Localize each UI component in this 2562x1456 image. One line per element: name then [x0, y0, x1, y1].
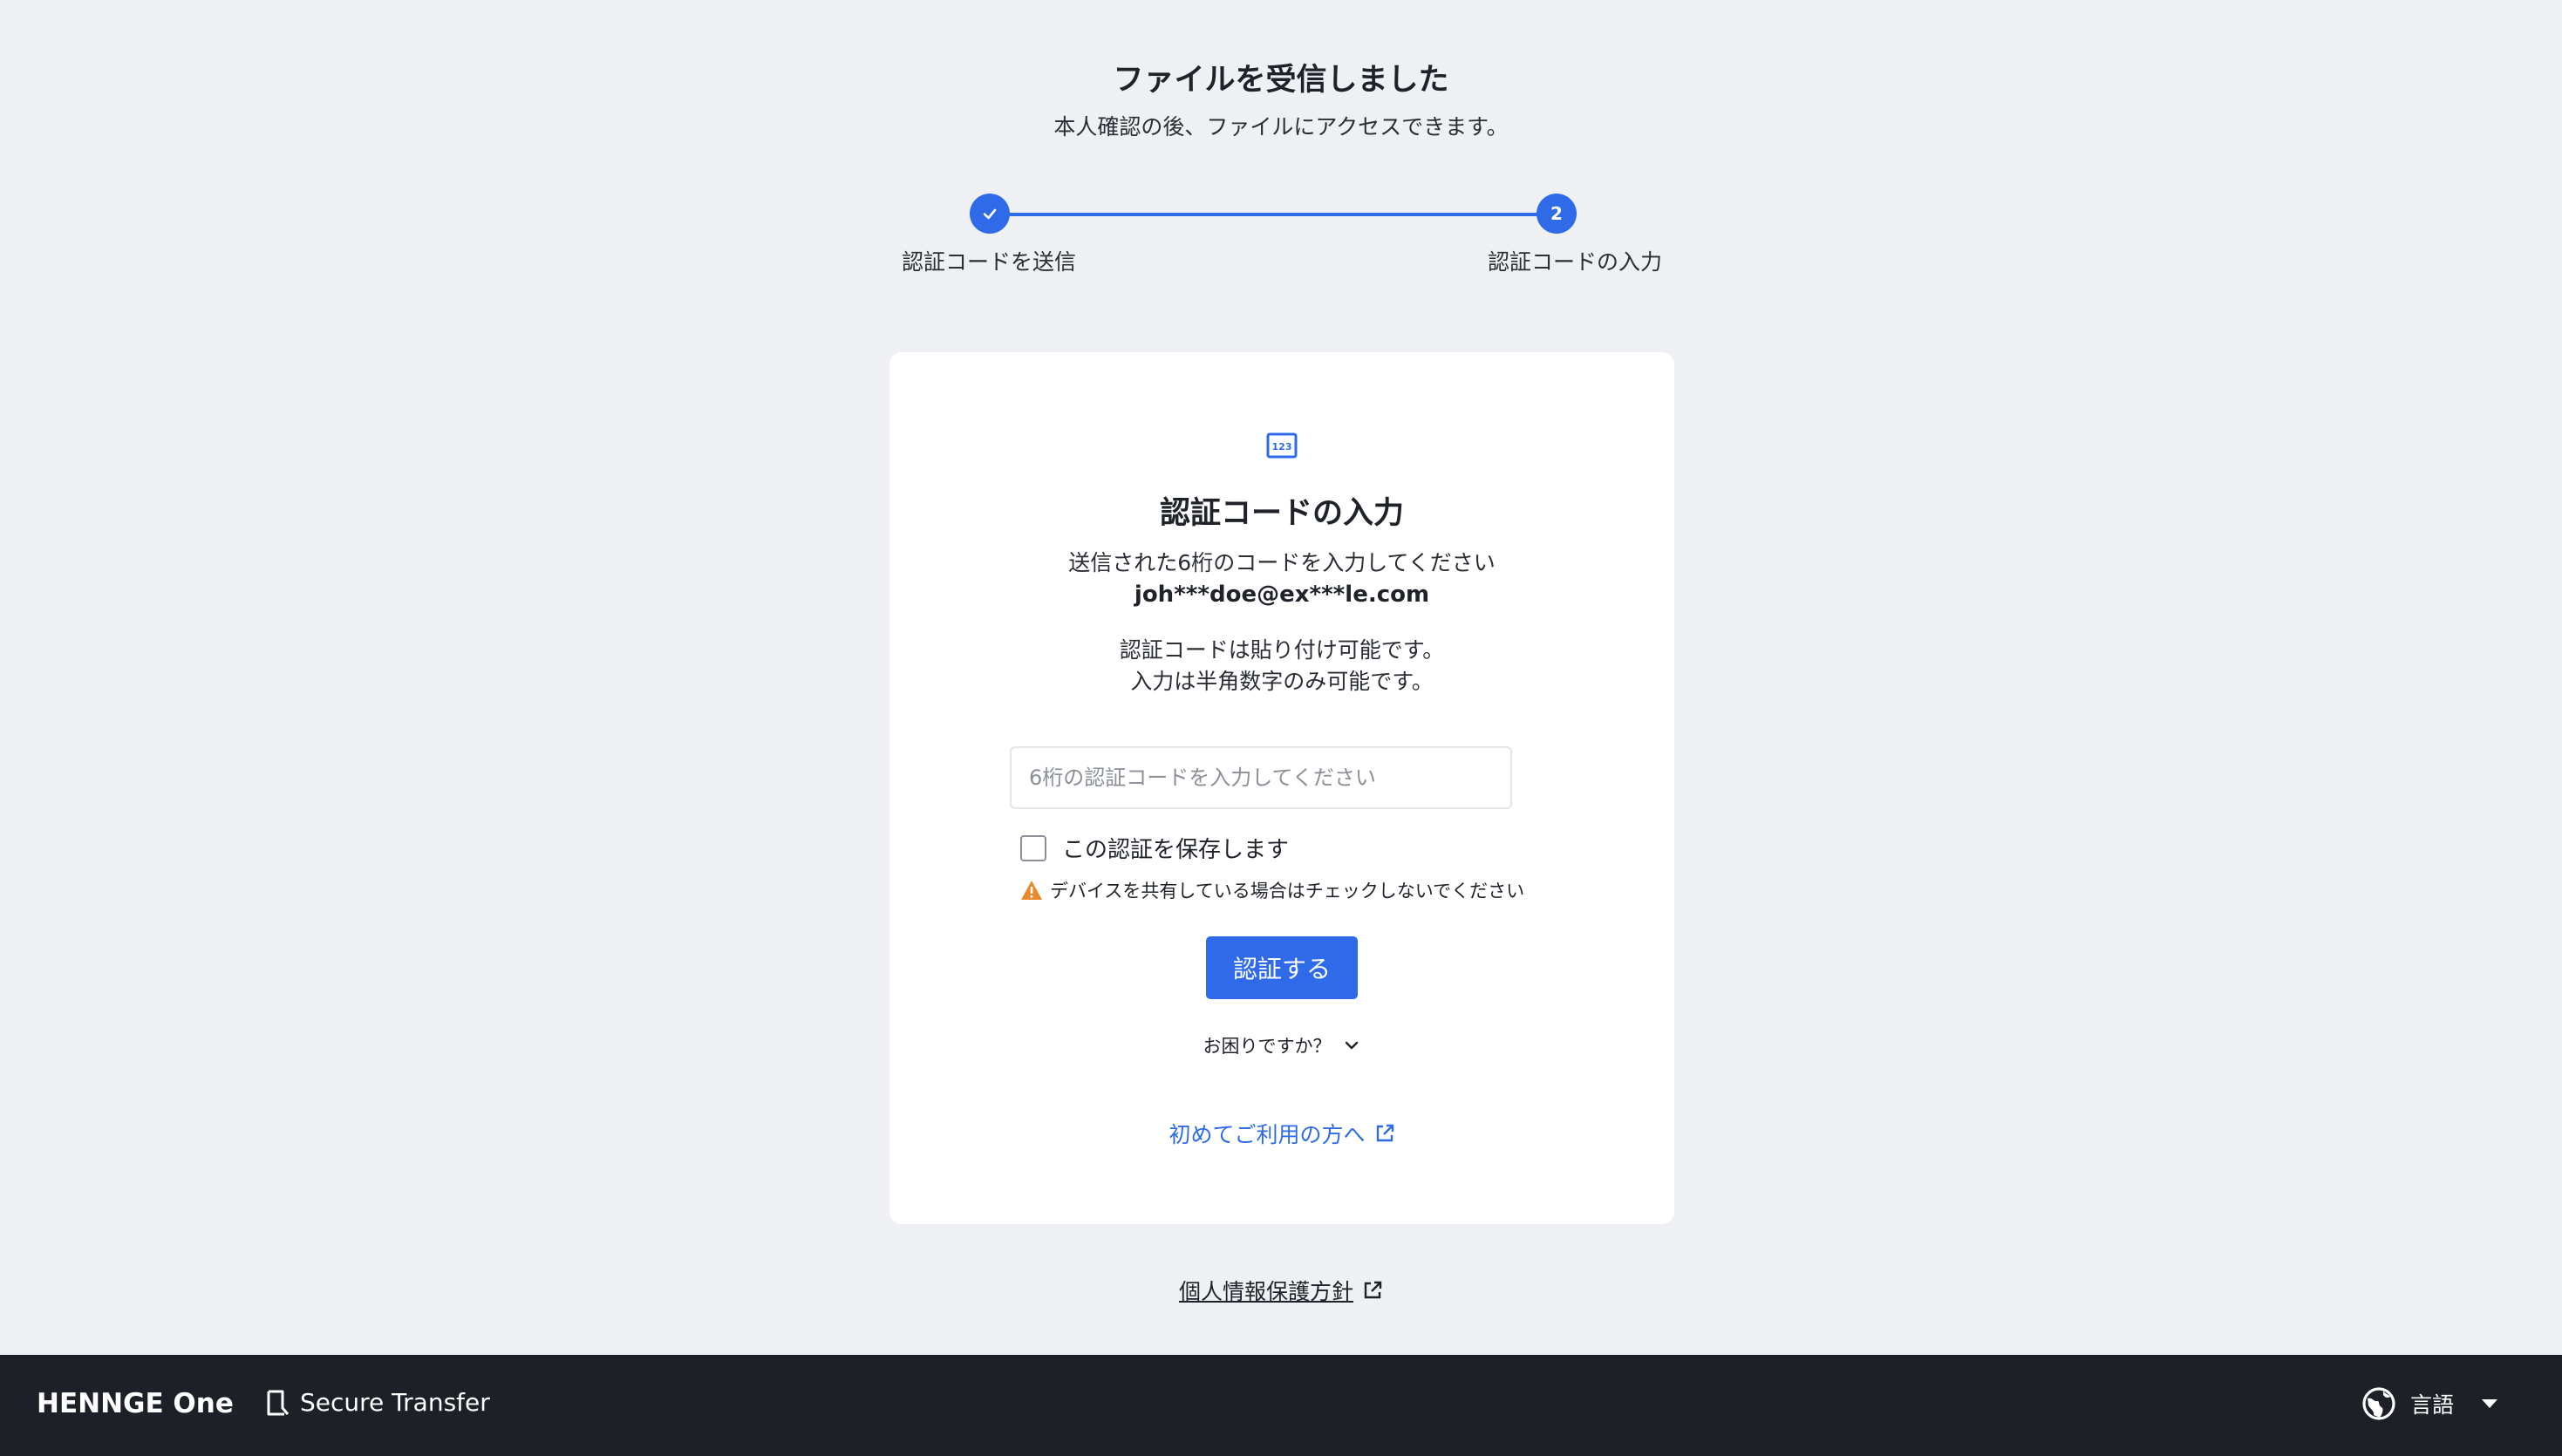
help-label: お困りですか？ [1203, 1036, 1332, 1057]
numeric-code-icon: 123 [1266, 432, 1298, 459]
progress-stepper: 2 [970, 194, 1577, 235]
masked-email: joh***doe@ex***le.com [1134, 582, 1430, 608]
verification-code-input[interactable] [1010, 746, 1512, 809]
input-note-line-1: 認証コードは貼り付け可能です。 [1119, 637, 1445, 663]
privacy-policy-link[interactable]: 個人情報保護方針 [0, 1275, 2562, 1306]
globe-icon [2362, 1387, 2395, 1420]
page-header: ファイルを受信しました 本人確認の後、ファイルにアクセスできます。 [0, 58, 2562, 143]
remember-label: この認証を保存します [1062, 837, 1290, 863]
external-link-icon [1376, 1124, 1393, 1142]
shared-device-warning: デバイスを共有している場合はチェックしないでください [1020, 877, 1524, 903]
remember-checkbox[interactable] [1020, 834, 1046, 861]
step-1-label: 認証コードを送信 [902, 249, 1077, 275]
warning-icon [1021, 881, 1042, 900]
caret-down-icon [2482, 1399, 2498, 1408]
chevron-down-icon [1345, 1041, 1358, 1050]
footer-bar: HENNGE One Secure Transfer 言語 [0, 1355, 2562, 1456]
first-time-user-link[interactable]: 初めてご利用の方へ [889, 1118, 1674, 1149]
stepper-line [991, 213, 1556, 216]
language-selector[interactable]: 言語 [2361, 1386, 2499, 1421]
henngeone-logo: HENNGE One [37, 1388, 234, 1419]
external-link-icon [1364, 1281, 1382, 1299]
verification-card: 123 認証コードの入力 送信された6桁のコードを入力してください joh***… [889, 352, 1674, 1224]
privacy-policy-label: 個人情報保護方針 [1178, 1279, 1353, 1304]
step-2-indicator: 2 [1537, 194, 1577, 234]
remember-verification[interactable]: この認証を保存します [1020, 832, 1289, 864]
language-label: 言語 [2410, 1392, 2455, 1418]
first-time-link-label: 初めてご利用の方へ [1169, 1122, 1366, 1147]
input-note: 認証コードは貼り付け可能です。 入力は半角数字のみ可能です。 [889, 635, 1674, 697]
page-title: ファイルを受信しました [1113, 63, 1449, 98]
step-1-indicator [970, 194, 1010, 234]
secure-transfer-icon [267, 1390, 290, 1415]
help-toggle[interactable]: お困りですか？ [889, 1032, 1674, 1058]
product-label: Secure Transfer [300, 1388, 490, 1417]
svg-text:123: 123 [1272, 441, 1292, 452]
check-icon [983, 208, 997, 220]
page-subtitle: 本人確認の後、ファイルにアクセスできます。 [1053, 114, 1509, 139]
step-2-label: 認証コードの入力 [1488, 249, 1663, 275]
card-title: 認証コードの入力 [1159, 496, 1404, 531]
product-name: Secure Transfer [265, 1388, 490, 1417]
verify-button[interactable]: 認証する [1206, 936, 1358, 999]
warning-text: デバイスを共有している場合はチェックしないでください [1050, 881, 1525, 901]
input-note-line-2: 入力は半角数字のみ可能です。 [1130, 669, 1434, 694]
page: ファイルを受信しました 本人確認の後、ファイルにアクセスできます。 2 認証コー… [0, 0, 2562, 1456]
card-description: 送信された6桁のコードを入力してください [1068, 550, 1496, 575]
